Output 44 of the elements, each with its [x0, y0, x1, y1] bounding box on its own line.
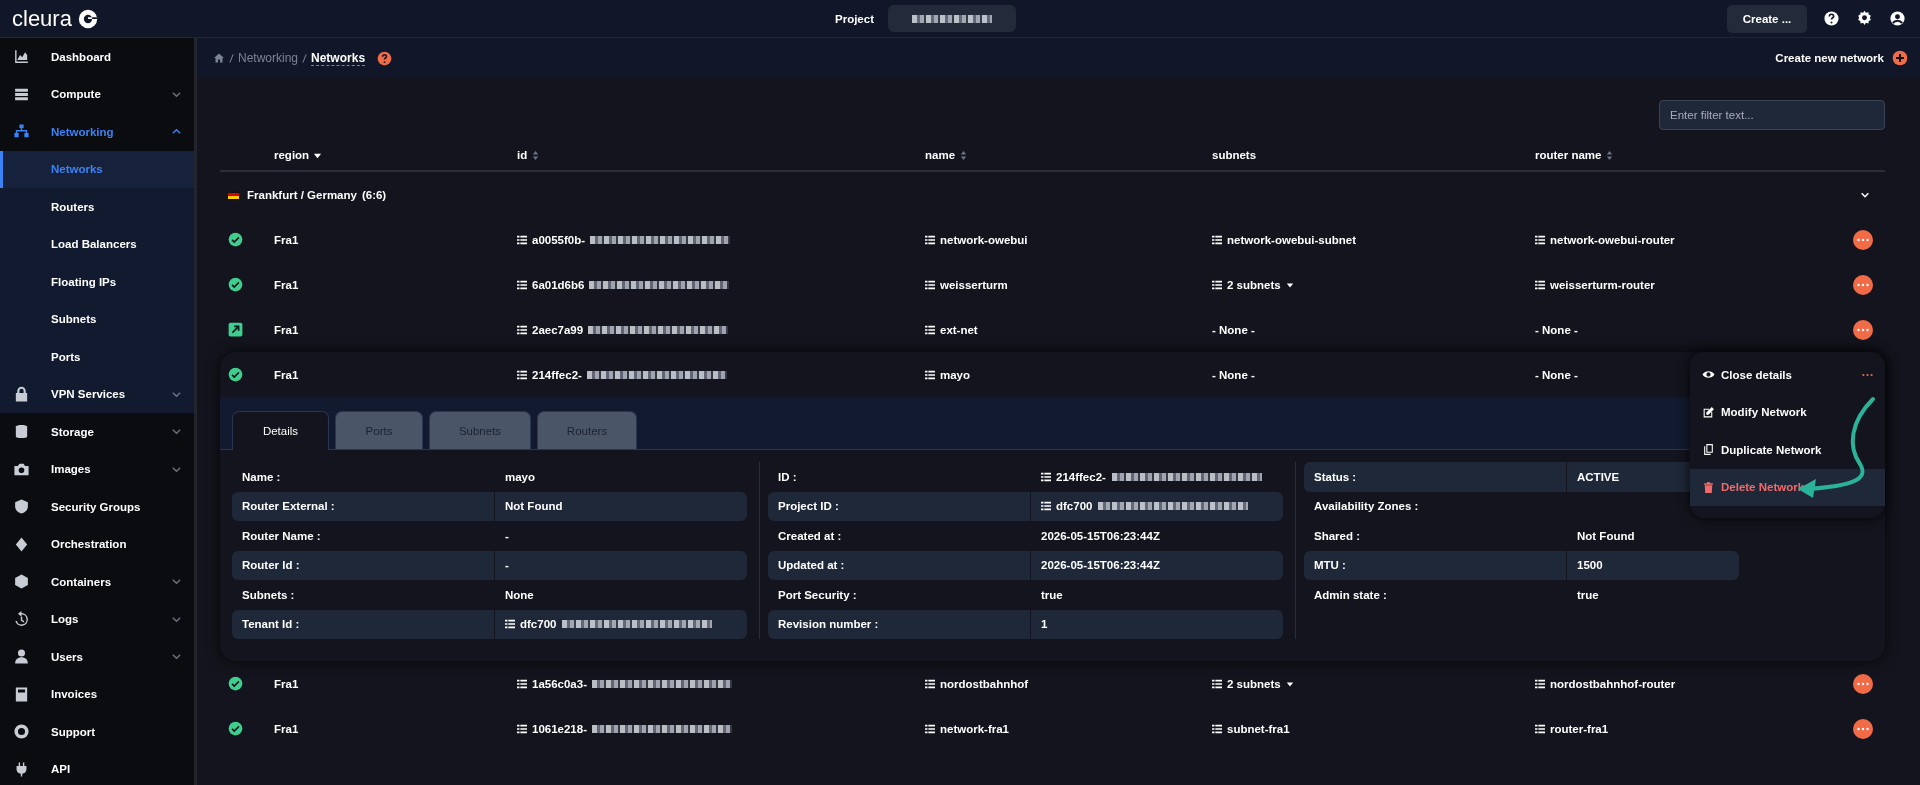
field-label: Subnets : — [241, 587, 296, 603]
table-cell-text: Fra1 — [274, 722, 300, 735]
field-value: 1 — [1041, 618, 1048, 631]
field-label: Router Name : — [241, 528, 322, 544]
field-value: - — [505, 559, 509, 572]
field-label: Router Id : — [232, 550, 495, 580]
table-cell: - None - — [1212, 323, 1255, 336]
field-value: Not Found — [1577, 529, 1635, 542]
field-value: true — [1041, 588, 1063, 601]
table-cell-text: Fra1 — [274, 323, 300, 336]
field-label: MTU : — [1304, 550, 1567, 580]
region-group-label: Frankfurt / Germany — [247, 188, 357, 201]
field-label: Tenant Id : — [232, 609, 495, 639]
field-label: Name : — [241, 469, 282, 485]
field-value: 1500 — [1577, 559, 1603, 572]
table-cell-text: Fra1 — [274, 278, 300, 291]
field-label: Shared : — [1313, 528, 1361, 544]
field-label: Project ID : — [768, 491, 1031, 521]
field-value: Not Found — [505, 500, 563, 513]
table-cell-text: Fra1 — [274, 368, 300, 381]
field-label: Revision number : — [768, 609, 1031, 639]
field-value: - — [505, 529, 509, 542]
field-value: mayo — [505, 470, 536, 483]
table-cell: - None - — [1212, 368, 1255, 381]
table-cell-text: Fra1 — [274, 233, 300, 246]
field-label: Created at : — [777, 528, 843, 544]
region-count: (6:6) — [361, 188, 387, 201]
field-label: Router External : — [232, 491, 495, 521]
field-value: 2026-05-15T06:23:44Z — [1041, 559, 1160, 572]
field-label: Port Security : — [777, 587, 858, 603]
field-value: 2026-05-15T06:23:44Z — [1041, 529, 1160, 542]
field-label: Availability Zones : — [1313, 499, 1420, 515]
table-cell: - None - — [1535, 323, 1578, 336]
field-label: ID : — [777, 469, 798, 485]
table-cell: - None - — [1535, 368, 1578, 381]
field-value: true — [1577, 588, 1599, 601]
field-value: ACTIVE — [1577, 470, 1620, 483]
field-label: Updated at : — [768, 550, 1031, 580]
table-cell-text: Fra1 — [274, 677, 300, 690]
project-label: Project — [835, 12, 874, 25]
field-label: Admin state : — [1313, 587, 1388, 603]
field-value: None — [505, 588, 534, 601]
column-header: subnets — [1212, 149, 1257, 161]
field-label: Status : — [1304, 462, 1567, 492]
